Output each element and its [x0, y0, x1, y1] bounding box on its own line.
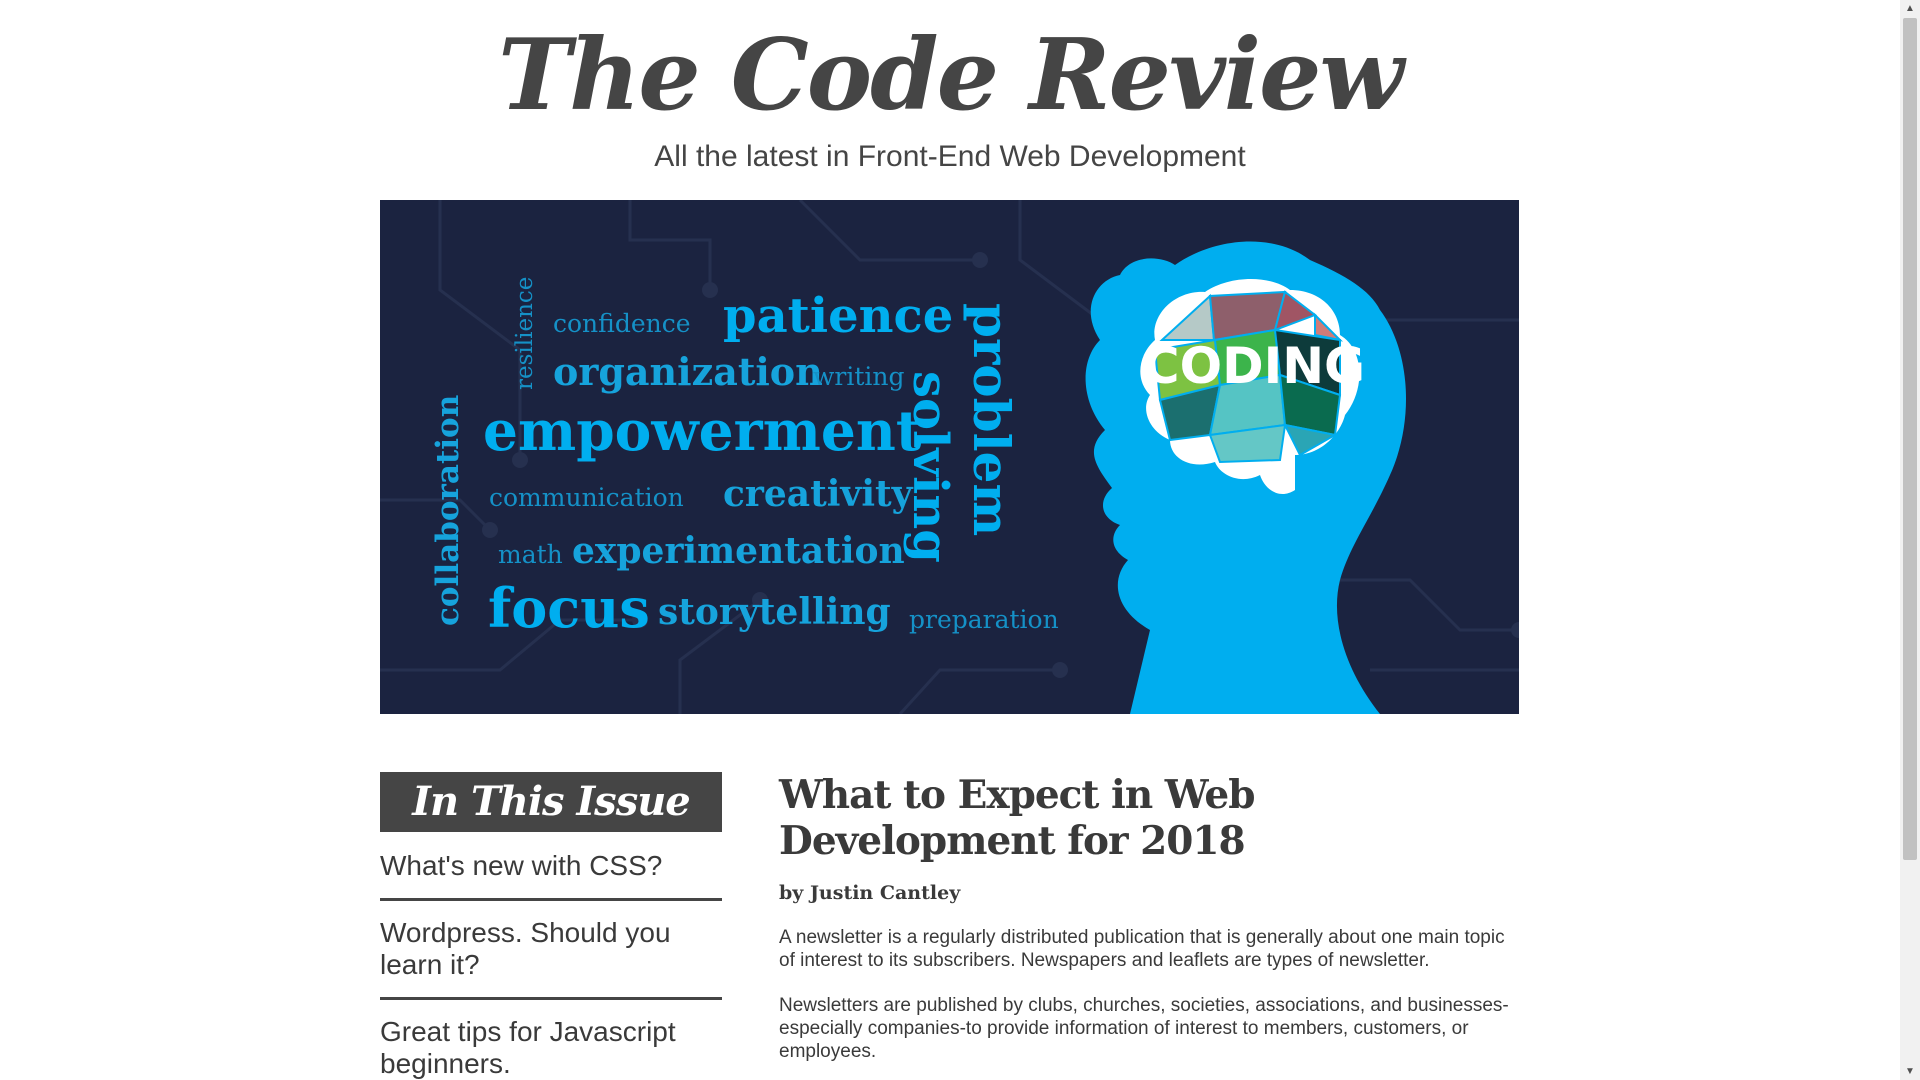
word-storytelling: storytelling: [658, 591, 891, 633]
word-empowerment: empowerment: [483, 398, 922, 463]
word-preparation: preparation: [909, 605, 1059, 634]
issue-item-css[interactable]: What's new with CSS?: [380, 832, 722, 901]
article-paragraph: A newsletter is a regularly distributed …: [779, 927, 1505, 971]
article-byline: by Justin Cantley: [779, 882, 961, 904]
issue-list: What's new with CSS? Wordpress. Should y…: [380, 832, 722, 1080]
word-resilience: resilience: [512, 277, 538, 390]
word-focus: focus: [488, 576, 650, 640]
brain-label: CODING: [1143, 337, 1365, 395]
issue-item-wordpress[interactable]: Wordpress. Should you learn it?: [380, 901, 722, 1000]
hero-word-cloud: CODING resilience confidence patience or…: [380, 200, 1519, 714]
word-problem: problem: [962, 303, 1021, 536]
main-article: What to Expect in Web Development for 20…: [779, 772, 1519, 1063]
word-experimentation: experimentation: [572, 530, 905, 572]
issue-sidebar: In This Issue What's new with CSS? Wordp…: [380, 772, 722, 1080]
word-solving: solving: [902, 371, 958, 563]
word-creativity: creativity: [723, 473, 914, 515]
word-writing: writing: [813, 362, 905, 391]
word-patience: patience: [723, 288, 953, 344]
site-tagline: All the latest in Front-End Web Developm…: [654, 140, 1246, 173]
sidebar-heading: In This Issue: [380, 772, 722, 832]
article-title: What to Expect in Web Development for 20…: [779, 772, 1255, 864]
triangle-up-icon[interactable]: ▲: [1900, 0, 1920, 17]
vertical-scrollbar[interactable]: ▲ ▼: [1900, 0, 1920, 1080]
word-math: math: [498, 540, 563, 569]
word-organization: organization: [553, 349, 823, 394]
page: The Code Review All the latest in Front-…: [0, 0, 1900, 1080]
article-paragraph: Newsletters are published by clubs, chur…: [779, 995, 1509, 1062]
word-communication: communication: [489, 483, 684, 512]
site-title: The Code Review: [498, 18, 1404, 133]
hero-image: CODING resilience confidence patience or…: [380, 200, 1519, 714]
word-collaboration: collaboration: [430, 395, 466, 626]
triangle-down-icon[interactable]: ▼: [1900, 1063, 1920, 1080]
scrollbar-thumb[interactable]: [1903, 18, 1917, 860]
issue-item-javascript[interactable]: Great tips for Javascript beginners.: [380, 1000, 722, 1080]
word-confidence: confidence: [553, 309, 691, 338]
